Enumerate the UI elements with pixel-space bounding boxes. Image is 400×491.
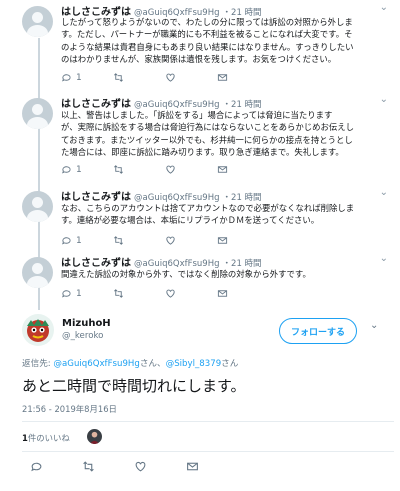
- mail-icon: [217, 74, 228, 81]
- reply-button[interactable]: 1: [61, 288, 82, 299]
- reply-icon: [62, 166, 71, 174]
- retweet-button[interactable]: [113, 288, 124, 299]
- person-icon: [89, 431, 100, 444]
- tweet-text: なお、こちらのアカウントは捨てアカウントなので必要がなくなれば削除しま す。連絡…: [61, 203, 355, 226]
- avatar[interactable]: [22, 6, 53, 37]
- heart-icon: [166, 165, 175, 174]
- reply-count: 1: [76, 288, 82, 299]
- divider: [22, 451, 394, 452]
- kero-avatar-icon: [27, 319, 49, 342]
- chevron-down-icon[interactable]: ⌄: [380, 94, 388, 105]
- author-name[interactable]: MizuhoH: [62, 318, 111, 329]
- retweet-button[interactable]: [113, 164, 124, 175]
- tweet-actions: 1: [61, 72, 381, 84]
- chevron-down-icon[interactable]: ⌄: [370, 320, 378, 331]
- avatar[interactable]: [22, 191, 53, 222]
- reply-to: 返信先: @aGuiq6QxfFsu9Hgさん、@Sibyl_8379さん: [22, 357, 238, 369]
- like-button[interactable]: [165, 164, 176, 175]
- like-button[interactable]: [165, 235, 176, 246]
- retweet-icon: [114, 236, 123, 245]
- reply-icon[interactable]: [30, 460, 43, 473]
- dm-button[interactable]: [217, 72, 228, 83]
- reply-prefix: 返信先:: [22, 359, 54, 369]
- heart-icon[interactable]: [134, 460, 147, 473]
- tweet-header: はしさこみずは @aGuiq6QxfFsu9Hg ・21 時間: [61, 254, 262, 269]
- reply-button[interactable]: 1: [61, 164, 82, 175]
- tweet-actions: 1: [61, 164, 381, 176]
- heart-icon: [166, 73, 175, 82]
- mail-icon: [217, 166, 228, 173]
- chevron-down-icon[interactable]: ⌄: [380, 253, 388, 264]
- dm-button[interactable]: [217, 288, 228, 299]
- like-button[interactable]: [165, 288, 176, 299]
- tweet-text: 間違えた訴訟の対象から外す、ではなく削除の対象から外すです。: [61, 269, 311, 279]
- reply-user-link[interactable]: @aGuiq6QxfFsu9Hg: [53, 359, 139, 369]
- likes-label: 件のいいね: [27, 433, 70, 443]
- main-tweet-text: あと二時間で時間切れにします。: [22, 377, 246, 395]
- reply-count: 1: [76, 164, 82, 175]
- tweet-actions: 1: [61, 235, 381, 247]
- retweet-icon: [114, 289, 123, 298]
- retweet-button[interactable]: [113, 72, 124, 83]
- tweet-2[interactable]: はしさこみずは @aGuiq6QxfFsu9Hg ・21 時間 ⌄ 以上、警告は…: [0, 92, 400, 185]
- main-tweet-actions: [0, 460, 400, 480]
- reply-separator: さん、: [139, 359, 166, 369]
- reply-count: 1: [76, 235, 82, 246]
- retweet-icon[interactable]: [82, 460, 95, 473]
- liker-avatar[interactable]: [87, 429, 102, 444]
- divider: [22, 421, 394, 422]
- mail-icon: [217, 290, 228, 297]
- reply-icon: [62, 74, 71, 82]
- reply-count: 1: [76, 72, 82, 83]
- heart-icon: [166, 289, 175, 298]
- reply-button[interactable]: 1: [61, 72, 82, 83]
- avatar[interactable]: [22, 98, 53, 129]
- heart-icon: [166, 236, 175, 245]
- reply-user-link[interactable]: @Sibyl_8379: [166, 359, 222, 369]
- chevron-down-icon[interactable]: ⌄: [380, 2, 388, 13]
- tweet-actions: 1: [61, 288, 381, 300]
- likes-summary[interactable]: 1件のいいね: [22, 432, 70, 444]
- retweet-button[interactable]: [113, 235, 124, 246]
- follow-button[interactable]: フォローする: [279, 318, 357, 344]
- avatar[interactable]: [22, 314, 54, 346]
- tweet-header: はしさこみずは @aGuiq6QxfFsu9Hg ・21 時間: [61, 95, 262, 110]
- tweet-3[interactable]: はしさこみずは @aGuiq6QxfFsu9Hg ・21 時間 ⌄ なお、こちら…: [0, 185, 400, 251]
- tweet-text: 以上、警告はしました。「訴訟をする」場合によっては脅迫に当たります が、実際に訴…: [61, 110, 354, 158]
- dm-button[interactable]: [217, 164, 228, 175]
- tweet-text: したがって怒りようがないので、わたしの分に限っては訴訟の対照から外しま す。ただ…: [61, 17, 354, 65]
- mail-icon: [217, 237, 228, 244]
- retweet-icon: [114, 73, 123, 82]
- tweet-1[interactable]: はしさこみずは @aGuiq6QxfFsu9Hg ・21 時間 ⌄ したがって怒…: [0, 0, 400, 92]
- reply-icon: [62, 290, 71, 298]
- tweet-datetime[interactable]: 21:56 - 2019年8月16日: [22, 403, 117, 415]
- retweet-icon: [114, 165, 123, 174]
- mail-icon[interactable]: [186, 460, 199, 473]
- reply-icon: [62, 237, 71, 245]
- tweet-header: はしさこみずは @aGuiq6QxfFsu9Hg ・21 時間: [61, 188, 262, 203]
- reply-suffix: さん: [221, 359, 239, 369]
- reply-button[interactable]: 1: [61, 235, 82, 246]
- avatar[interactable]: [22, 257, 53, 288]
- like-button[interactable]: [165, 72, 176, 83]
- tweet-4[interactable]: はしさこみずは @aGuiq6QxfFsu9Hg ・21 時間 ⌄ 間違えた訴訟…: [0, 251, 400, 306]
- dm-button[interactable]: [217, 235, 228, 246]
- chevron-down-icon[interactable]: ⌄: [380, 187, 388, 198]
- author-handle[interactable]: @_keroko: [62, 331, 103, 341]
